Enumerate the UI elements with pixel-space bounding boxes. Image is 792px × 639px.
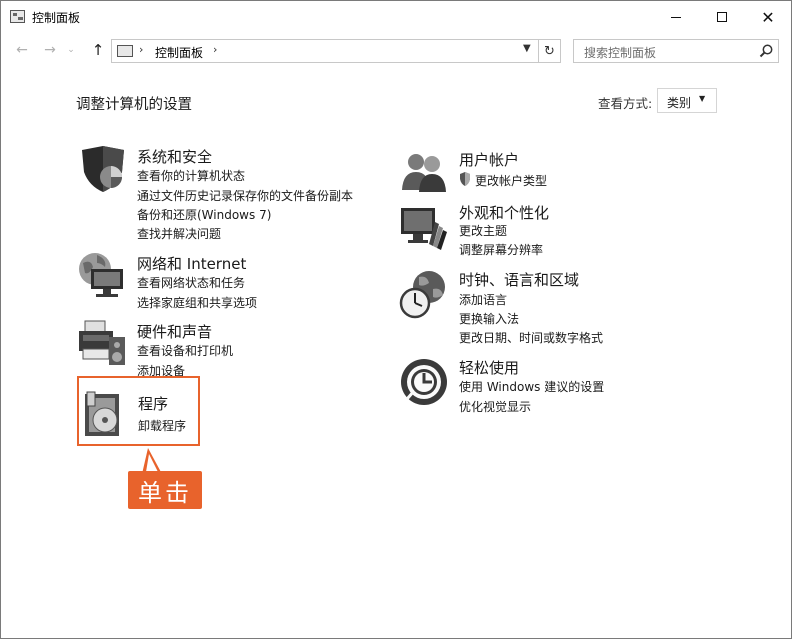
link-devices-printers[interactable]: 查看设备和打印机 bbox=[137, 342, 233, 359]
category-title-hardware-sound[interactable]: 硬件和声音 bbox=[137, 321, 212, 342]
back-button[interactable]: ← bbox=[13, 39, 31, 61]
link-network-status[interactable]: 查看网络状态和任务 bbox=[137, 274, 245, 291]
link-date-time-number-format[interactable]: 更改日期、时间或数字格式 bbox=[459, 329, 603, 346]
title-bar: 控制面板 ✕ bbox=[1, 1, 791, 33]
network-globe-icon[interactable] bbox=[77, 251, 127, 301]
users-icon[interactable] bbox=[399, 148, 449, 198]
category-title-appearance[interactable]: 外观和个性化 bbox=[459, 202, 549, 223]
link-change-input-method[interactable]: 更换输入法 bbox=[459, 310, 519, 327]
uac-shield-icon bbox=[460, 172, 470, 186]
up-button[interactable]: ↑ bbox=[89, 39, 107, 61]
category-title-system-security[interactable]: 系统和安全 bbox=[137, 146, 212, 167]
refresh-icon: ↻ bbox=[544, 43, 555, 59]
breadcrumb-control-panel[interactable]: 控制面板 bbox=[155, 44, 203, 61]
dropdown-arrow-icon: ▼ bbox=[699, 94, 706, 103]
category-title-ease-of-access[interactable]: 轻松使用 bbox=[459, 357, 519, 378]
maximize-icon bbox=[717, 12, 727, 22]
up-arrow-icon: ↑ bbox=[91, 41, 105, 59]
close-icon: ✕ bbox=[761, 7, 775, 27]
forward-button[interactable]: → bbox=[41, 39, 59, 61]
control-panel-icon bbox=[10, 10, 25, 23]
search-icon[interactable] bbox=[758, 43, 774, 59]
link-homegroup-sharing[interactable]: 选择家庭组和共享选项 bbox=[137, 294, 257, 311]
monitor-palette-icon[interactable] bbox=[399, 202, 449, 252]
maximize-button[interactable] bbox=[699, 1, 745, 33]
chevron-down-icon: ⌄ bbox=[67, 45, 75, 55]
category-title-user-accounts[interactable]: 用户帐户 bbox=[459, 149, 519, 170]
forward-arrow-icon: → bbox=[44, 42, 56, 58]
view-by-value: 类别 bbox=[667, 96, 692, 110]
link-recommended-settings[interactable]: 使用 Windows 建议的设置 bbox=[459, 378, 604, 395]
clock-globe-icon[interactable] bbox=[399, 269, 449, 319]
link-optimize-display[interactable]: 优化视觉显示 bbox=[459, 398, 531, 415]
click-callout: 单击 bbox=[128, 471, 202, 509]
shield-icon[interactable] bbox=[77, 144, 127, 194]
control-panel-icon bbox=[117, 45, 133, 57]
breadcrumb-chevron-icon[interactable]: › bbox=[139, 43, 143, 56]
page-title: 调整计算机的设置 bbox=[76, 97, 192, 113]
back-arrow-icon: ← bbox=[16, 42, 28, 58]
minimize-button[interactable] bbox=[653, 1, 699, 33]
category-title-network-internet[interactable]: 网络和 Internet bbox=[137, 253, 246, 274]
link-add-language[interactable]: 添加语言 bbox=[459, 291, 507, 308]
breadcrumb-chevron-icon[interactable]: › bbox=[213, 43, 217, 56]
navigation-bar: ← → ⌄ ↑ › 控制面板 › ▼ ↻ 搜索控制面板 bbox=[1, 37, 791, 65]
window-title: 控制面板 bbox=[32, 11, 81, 25]
link-screen-resolution[interactable]: 调整屏幕分辨率 bbox=[459, 241, 543, 258]
printer-speaker-icon[interactable] bbox=[77, 319, 127, 369]
recent-locations-button[interactable]: ⌄ bbox=[65, 39, 77, 61]
refresh-button[interactable]: ↻ bbox=[539, 39, 561, 63]
ease-of-access-icon[interactable] bbox=[399, 357, 449, 407]
link-troubleshoot[interactable]: 查找并解决问题 bbox=[137, 225, 221, 242]
view-by-label: 查看方式: bbox=[598, 96, 653, 111]
search-input[interactable]: 搜索控制面板 bbox=[573, 39, 779, 63]
view-by-dropdown[interactable]: 类别 ▼ bbox=[657, 88, 717, 113]
link-change-theme[interactable]: 更改主题 bbox=[459, 222, 507, 239]
link-backup-restore[interactable]: 备份和还原(Windows 7) bbox=[137, 206, 271, 223]
address-dropdown-icon[interactable]: ▼ bbox=[523, 43, 531, 54]
link-file-history-backup[interactable]: 通过文件历史记录保存你的文件备份副本 bbox=[137, 187, 353, 204]
minimize-icon bbox=[671, 16, 681, 18]
control-panel-window: 控制面板 ✕ ← → ⌄ ↑ › 控制面板 › ▼ ↻ 搜索控制面板 调整计算机… bbox=[0, 0, 792, 639]
address-bar[interactable]: › 控制面板 › ▼ bbox=[111, 39, 539, 63]
link-view-computer-status[interactable]: 查看你的计算机状态 bbox=[137, 167, 245, 184]
close-button[interactable]: ✕ bbox=[745, 1, 791, 33]
programs-highlight-box bbox=[77, 376, 200, 446]
category-title-clock-language-region[interactable]: 时钟、语言和区域 bbox=[459, 269, 579, 290]
link-change-account-type[interactable]: 更改帐户类型 bbox=[475, 172, 547, 189]
search-placeholder: 搜索控制面板 bbox=[584, 46, 657, 60]
